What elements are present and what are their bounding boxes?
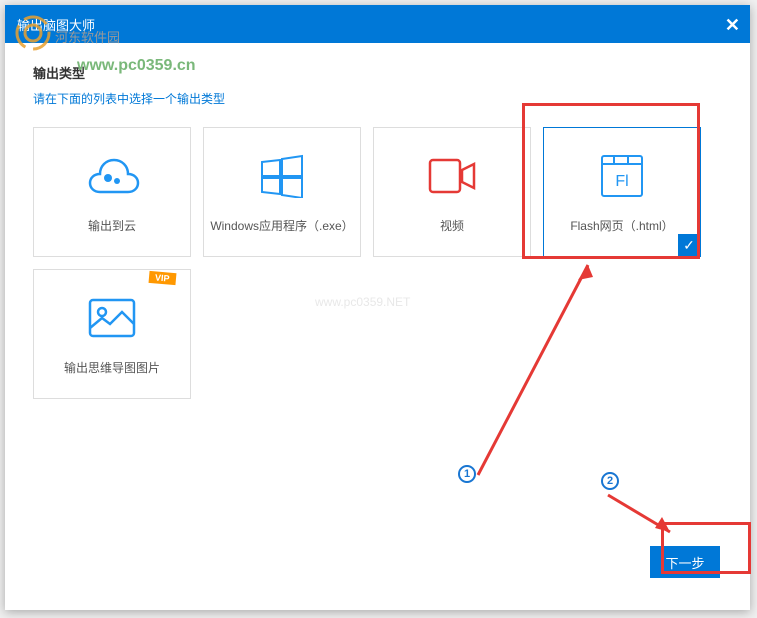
option-video-label: 视频 [440, 217, 464, 234]
option-mindmap-image[interactable]: VIP 输出思维导图图片 [33, 269, 191, 399]
option-mindmap-label: 输出思维导图图片 [64, 359, 160, 376]
vip-badge: VIP [149, 271, 176, 285]
image-icon [82, 293, 142, 343]
options-grid: 输出到云 Windows应用程序（.exe） 视频 [33, 127, 722, 399]
next-button[interactable]: 下一步 [650, 546, 720, 578]
cloud-icon [82, 151, 142, 201]
watermark-logo-icon [13, 13, 53, 60]
svg-text:Fl: Fl [615, 173, 628, 190]
option-flash[interactable]: Fl Flash网页（.html） ✓ [543, 127, 701, 257]
option-flash-label: Flash网页（.html） [570, 217, 673, 234]
selected-check-icon: ✓ [678, 234, 700, 256]
flash-icon: Fl [592, 151, 652, 201]
option-cloud[interactable]: 输出到云 [33, 127, 191, 257]
windows-icon [252, 151, 312, 201]
watermark-url-text: www.pc0359.cn [77, 57, 196, 75]
option-cloud-label: 输出到云 [88, 217, 136, 234]
dialog-window: 输出脑图大师 ✕ 河东软件园 www.pc0359.cn 输出类型 请在下面的列… [5, 5, 750, 610]
content-area: 输出类型 请在下面的列表中选择一个输出类型 输出到云 [5, 43, 750, 419]
section-subtitle: 请在下面的列表中选择一个输出类型 [33, 90, 722, 107]
option-video[interactable]: 视频 [373, 127, 531, 257]
close-icon[interactable]: ✕ [725, 15, 740, 36]
option-windows[interactable]: Windows应用程序（.exe） [203, 127, 361, 257]
watermark-brand-text: 河东软件园 [55, 27, 120, 46]
option-windows-label: Windows应用程序（.exe） [210, 217, 353, 234]
video-icon [422, 151, 482, 201]
